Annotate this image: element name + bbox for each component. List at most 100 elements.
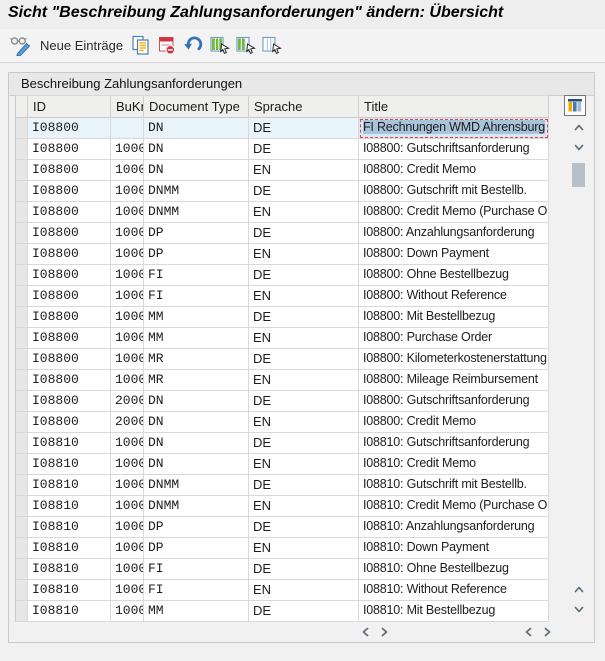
table-row[interactable]: I08800 1000 DP DE I08800: Anzahlungsanfo… <box>15 223 549 244</box>
cell-doc-type[interactable]: DN <box>144 139 249 160</box>
cell-sprache[interactable]: DE <box>249 223 359 244</box>
cell-id[interactable]: I08800 <box>28 181 111 202</box>
cell-title[interactable]: I08810: Down Payment <box>359 538 549 559</box>
cell-title[interactable]: FI Rechnungen WMD Ahrensburg <box>359 118 549 139</box>
table-row[interactable]: I08800 1000 DP EN I08800: Down Payment <box>15 244 549 265</box>
row-selector[interactable] <box>15 517 28 538</box>
vertical-scrollbar[interactable] <box>570 119 589 622</box>
row-selector[interactable] <box>15 139 28 160</box>
cell-sprache[interactable]: DE <box>249 517 359 538</box>
cell-doc-type[interactable]: DN <box>144 391 249 412</box>
cell-bukr[interactable] <box>111 118 144 139</box>
cell-sprache[interactable]: DE <box>249 349 359 370</box>
row-selector[interactable] <box>15 160 28 181</box>
cell-title[interactable]: I08810: Credit Memo (Purchase Order) <box>359 496 549 517</box>
cell-id[interactable]: I08810 <box>28 433 111 454</box>
cell-bukr[interactable]: 1000 <box>111 496 144 517</box>
new-entries-button[interactable]: Neue Einträge <box>40 38 123 53</box>
cell-id[interactable]: I08800 <box>28 265 111 286</box>
row-selector[interactable] <box>15 496 28 517</box>
cell-id[interactable]: I08800 <box>28 391 111 412</box>
column-header-selector[interactable] <box>15 95 28 118</box>
table-row[interactable]: I08800 1000 DNMM EN I08800: Credit Memo … <box>15 202 549 223</box>
cell-id[interactable]: I08800 <box>28 286 111 307</box>
cell-sprache[interactable]: DE <box>249 391 359 412</box>
cell-id[interactable]: I08810 <box>28 601 111 622</box>
cell-bukr[interactable]: 1000 <box>111 433 144 454</box>
cell-id[interactable]: I08810 <box>28 517 111 538</box>
cell-doc-type[interactable]: DNMM <box>144 496 249 517</box>
cell-sprache[interactable]: EN <box>249 286 359 307</box>
cell-doc-type[interactable]: MM <box>144 307 249 328</box>
cell-bukr[interactable]: 1000 <box>111 517 144 538</box>
scroll-down-icon[interactable] <box>570 600 588 618</box>
cell-sprache[interactable]: EN <box>249 370 359 391</box>
cell-doc-type[interactable]: DN <box>144 118 249 139</box>
cell-sprache[interactable]: EN <box>249 244 359 265</box>
cell-doc-type[interactable]: MR <box>144 349 249 370</box>
cell-title[interactable]: I08800: Down Payment <box>359 244 549 265</box>
table-row[interactable]: I08810 1000 DP EN I08810: Down Payment <box>15 538 549 559</box>
cell-title[interactable]: I08800: Kilometerkostenerstattung <box>359 349 549 370</box>
table-row[interactable]: I08800 1000 FI DE I08800: Ohne Bestellbe… <box>15 265 549 286</box>
cell-id[interactable]: I08800 <box>28 223 111 244</box>
undo-icon[interactable] <box>183 35 205 56</box>
select-block-icon[interactable] <box>235 35 257 56</box>
cell-doc-type[interactable]: DN <box>144 433 249 454</box>
row-selector[interactable] <box>15 475 28 496</box>
cell-doc-type[interactable]: MM <box>144 328 249 349</box>
table-row[interactable]: I08800 1000 DN EN I08800: Credit Memo <box>15 160 549 181</box>
cell-bukr[interactable]: 1000 <box>111 559 144 580</box>
row-selector[interactable] <box>15 391 28 412</box>
cell-sprache[interactable]: DE <box>249 307 359 328</box>
cell-bukr[interactable]: 1000 <box>111 160 144 181</box>
cell-id[interactable]: I08800 <box>28 412 111 433</box>
table-row[interactable]: I08800 2000 DN DE I08800: Gutschriftsanf… <box>15 391 549 412</box>
cell-doc-type[interactable]: DN <box>144 160 249 181</box>
display-change-icon[interactable] <box>10 35 32 56</box>
scroll-right-icon[interactable] <box>375 623 392 640</box>
cell-title[interactable]: I08800: Credit Memo <box>359 160 549 181</box>
cell-sprache[interactable]: DE <box>249 265 359 286</box>
cell-doc-type[interactable]: DNMM <box>144 181 249 202</box>
cell-bukr[interactable]: 1000 <box>111 580 144 601</box>
scroll-left-icon[interactable] <box>357 623 374 640</box>
row-selector[interactable] <box>15 202 28 223</box>
row-selector[interactable] <box>15 349 28 370</box>
row-selector[interactable] <box>15 286 28 307</box>
table-row[interactable]: I08800 2000 DN EN I08800: Credit Memo <box>15 412 549 433</box>
row-selector[interactable] <box>15 559 28 580</box>
cell-doc-type[interactable]: DN <box>144 454 249 475</box>
table-row[interactable]: I08810 1000 DNMM DE I08810: Gutschrift m… <box>15 475 549 496</box>
column-header-title[interactable]: Title <box>359 95 549 118</box>
cell-sprache[interactable]: DE <box>249 181 359 202</box>
cell-sprache[interactable]: EN <box>249 328 359 349</box>
cell-doc-type[interactable]: MR <box>144 370 249 391</box>
cell-title[interactable]: I08800: Without Reference <box>359 286 549 307</box>
row-selector[interactable] <box>15 454 28 475</box>
table-row[interactable]: I08810 1000 DN EN I08810: Credit Memo <box>15 454 549 475</box>
cell-doc-type[interactable]: FI <box>144 286 249 307</box>
table-settings-icon[interactable] <box>564 95 586 116</box>
scroll-right-icon[interactable] <box>538 623 555 640</box>
table-row[interactable]: I08810 1000 FI DE I08810: Ohne Bestellbe… <box>15 559 549 580</box>
cell-bukr[interactable]: 1000 <box>111 328 144 349</box>
cell-title[interactable]: I08800: Purchase Order <box>359 328 549 349</box>
cell-id[interactable]: I08800 <box>28 202 111 223</box>
cell-id[interactable]: I08810 <box>28 580 111 601</box>
cell-doc-type[interactable]: DN <box>144 412 249 433</box>
column-header-bukr[interactable]: BuKr <box>111 95 144 118</box>
cell-sprache[interactable]: DE <box>249 559 359 580</box>
vertical-scrollbar-thumb[interactable] <box>572 163 585 187</box>
cell-bukr[interactable]: 1000 <box>111 244 144 265</box>
scroll-down-icon[interactable] <box>570 138 588 156</box>
cell-sprache[interactable]: DE <box>249 433 359 454</box>
cell-title[interactable]: I08810: Anzahlungsanforderung <box>359 517 549 538</box>
cell-title[interactable]: I08800: Gutschriftsanforderung <box>359 139 549 160</box>
cell-doc-type[interactable]: DP <box>144 538 249 559</box>
cell-bukr[interactable]: 1000 <box>111 265 144 286</box>
cell-id[interactable]: I08800 <box>28 307 111 328</box>
cell-sprache[interactable]: DE <box>249 118 359 139</box>
cell-bukr[interactable]: 1000 <box>111 307 144 328</box>
cell-bukr[interactable]: 1000 <box>111 202 144 223</box>
